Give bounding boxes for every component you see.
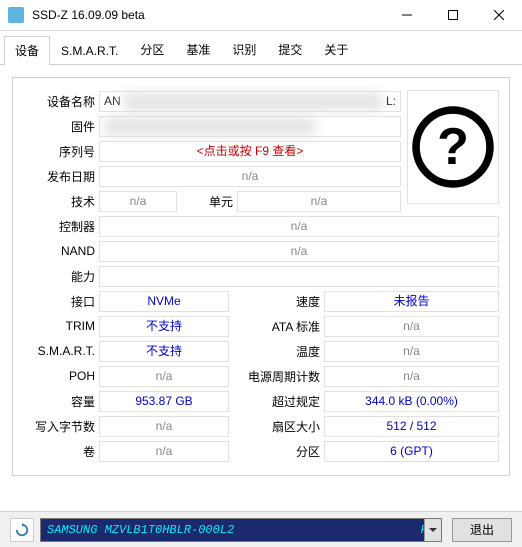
value-trim: 不支持 — [99, 316, 229, 337]
label-trim: TRIM — [23, 319, 99, 333]
label-controller: 控制器 — [23, 218, 99, 235]
device-image: ? — [407, 90, 499, 204]
titlebar: SSD-Z 16.09.09 beta — [0, 0, 522, 31]
value-nand: n/a — [99, 241, 499, 262]
app-icon — [8, 7, 24, 23]
footer: SAMSUNG MZVLB1T0HBLR-000L2 P0 退出 — [0, 511, 522, 547]
value-cell: n/a — [237, 191, 401, 212]
tab-smart[interactable]: S.M.A.R.T. — [50, 38, 129, 64]
device-dropdown[interactable]: SAMSUNG MZVLB1T0HBLR-000L2 P0 — [40, 518, 442, 542]
device-panel: 设备名称 AN L: 固件 序列号 <点击或按 F9 查看> — [12, 77, 510, 476]
value-partition: 6 (GPT) — [324, 441, 499, 462]
label-volume: 卷 — [23, 443, 99, 460]
label-power-cycle: 电源周期计数 — [229, 368, 324, 385]
value-capability — [99, 266, 499, 287]
value-release-date: n/a — [99, 166, 401, 187]
refresh-icon — [15, 523, 29, 537]
value-poh: n/a — [99, 366, 229, 387]
label-sector-size: 扇区大小 — [229, 418, 324, 435]
tab-about[interactable]: 关于 — [313, 35, 359, 64]
label-smart: S.M.A.R.T. — [23, 344, 99, 358]
label-temperature: 温度 — [229, 343, 324, 360]
label-serial: 序列号 — [23, 143, 99, 160]
value-device-name: AN L: — [99, 91, 401, 112]
value-controller: n/a — [99, 216, 499, 237]
value-speed: 未报告 — [324, 291, 499, 312]
label-capacity: 容量 — [23, 393, 99, 410]
label-poh: POH — [23, 369, 99, 383]
label-release-date: 发布日期 — [23, 168, 99, 185]
exit-button[interactable]: 退出 — [452, 518, 512, 542]
svg-text:?: ? — [437, 118, 469, 176]
label-capability: 能力 — [23, 268, 99, 285]
label-ata-std: ATA 标准 — [229, 318, 324, 335]
label-speed: 速度 — [229, 293, 324, 310]
value-technology: n/a — [99, 191, 177, 212]
close-button[interactable] — [476, 0, 522, 30]
label-partition: 分区 — [229, 443, 324, 460]
label-bytes-written: 写入字节数 — [23, 418, 99, 435]
maximize-button[interactable] — [430, 0, 476, 30]
tab-benchmark[interactable]: 基准 — [175, 35, 221, 64]
window-title: SSD-Z 16.09.09 beta — [32, 8, 384, 22]
label-firmware: 固件 — [23, 118, 99, 135]
value-sector-size: 512 / 512 — [324, 416, 499, 437]
label-technology: 技术 — [23, 193, 99, 210]
value-smart: 不支持 — [99, 341, 229, 362]
value-temperature: n/a — [324, 341, 499, 362]
value-interface: NVMe — [99, 291, 229, 312]
value-firmware — [99, 116, 401, 137]
value-capacity: 953.87 GB — [99, 391, 229, 412]
chevron-down-icon — [424, 519, 441, 541]
label-over-prov: 超过规定 — [229, 393, 324, 410]
dropdown-text: SAMSUNG MZVLB1T0HBLR-000L2 — [47, 523, 421, 537]
label-device-name: 设备名称 — [23, 93, 99, 110]
tab-submit[interactable]: 提交 — [267, 35, 313, 64]
tab-bar: 设备 S.M.A.R.T. 分区 基准 识别 提交 关于 — [0, 31, 522, 65]
label-nand: NAND — [23, 244, 99, 258]
value-ata-std: n/a — [324, 316, 499, 337]
label-cell: 单元 — [177, 193, 237, 210]
value-bytes-written: n/a — [99, 416, 229, 437]
value-serial[interactable]: <点击或按 F9 查看> — [99, 141, 401, 162]
value-over-prov: 344.0 kB (0.00%) — [324, 391, 499, 412]
tab-identify[interactable]: 识别 — [221, 35, 267, 64]
value-volume: n/a — [99, 441, 229, 462]
minimize-button[interactable] — [384, 0, 430, 30]
refresh-button[interactable] — [10, 518, 34, 542]
value-power-cycle: n/a — [324, 366, 499, 387]
label-interface: 接口 — [23, 293, 99, 310]
tab-device[interactable]: 设备 — [4, 36, 50, 65]
tab-partition[interactable]: 分区 — [129, 35, 175, 64]
